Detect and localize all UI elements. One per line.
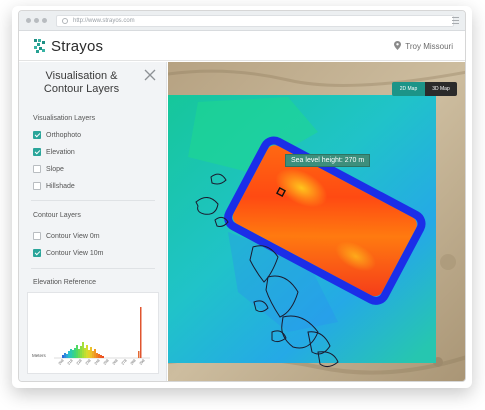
- window-dot-icon: [26, 18, 31, 23]
- map-pin-icon: [394, 41, 402, 50]
- layer-hillshade[interactable]: Hillshade: [33, 182, 75, 190]
- layer-orthophoto[interactable]: Orthophoto: [33, 131, 81, 139]
- contour-label: Contour View 10m: [46, 249, 104, 257]
- histogram-ylabel: Meters: [32, 353, 47, 358]
- contour-10m[interactable]: Contour View 10m: [33, 249, 103, 257]
- tick-label: 278: [121, 358, 128, 365]
- app-header: Strayos Troy Missouri: [19, 31, 465, 61]
- panel-title: Visualisation & Contour Layers: [19, 70, 144, 96]
- checkbox-contour-10m[interactable]: [33, 249, 41, 257]
- layers-panel: Visualisation & Contour Layers Visualisa…: [19, 62, 167, 381]
- histogram-ticks: 208 218 228 238 248 258 268 278 288 298: [58, 358, 146, 365]
- tick-label: 238: [85, 358, 92, 365]
- contour-label: Contour View 0m: [46, 232, 100, 240]
- panel-title-line1: Visualisation &: [45, 70, 118, 82]
- contour-0m[interactable]: Contour View 0m: [33, 232, 100, 240]
- tick-label: 248: [94, 358, 101, 365]
- map-2d-toggle[interactable]: 2D Map: [392, 82, 425, 96]
- layer-elevation[interactable]: Elevation: [33, 148, 75, 156]
- tick-label: 208: [58, 358, 65, 365]
- elevation-reference-heading: Elevation Reference: [33, 279, 97, 286]
- window-dot-icon: [42, 18, 47, 23]
- tick-label: 288: [130, 358, 137, 365]
- divider: [31, 200, 155, 201]
- histogram-bars: [62, 307, 142, 358]
- tick-label: 228: [76, 358, 83, 365]
- layer-label: Slope: [46, 165, 64, 173]
- tick-label: 268: [112, 358, 119, 365]
- elevation-tooltip: Sea level height: 270 m: [285, 154, 371, 167]
- layer-slope[interactable]: Slope: [33, 165, 64, 173]
- checkbox-orthophoto[interactable]: [33, 131, 41, 139]
- histogram-chart: Meters 208 218 228 238 248 258 268 278 2…: [32, 307, 150, 366]
- brand-name: Strayos: [51, 38, 104, 55]
- layer-label: Hillshade: [46, 182, 75, 190]
- checkbox-slope[interactable]: [33, 165, 41, 173]
- browser-chrome: http://www.strayos.com: [19, 11, 465, 31]
- layer-label: Elevation: [46, 148, 75, 156]
- tick-label: 218: [67, 358, 74, 365]
- location-label: Troy Missouri: [405, 42, 453, 51]
- address-bar[interactable]: http://www.strayos.com: [56, 15, 454, 27]
- close-icon[interactable]: [143, 68, 157, 82]
- elevation-map[interactable]: [168, 62, 466, 382]
- map-viewport[interactable]: 2D Map 3D Map: [168, 62, 466, 382]
- layer-label: Orthophoto: [46, 131, 82, 139]
- visualisation-layers-heading: Visualisation Layers: [33, 115, 96, 122]
- tick-label: 298: [139, 358, 146, 365]
- checkbox-hillshade[interactable]: [33, 182, 41, 190]
- window-dot-icon: [34, 18, 39, 23]
- divider: [31, 268, 155, 269]
- checkbox-elevation[interactable]: [33, 148, 41, 156]
- checkbox-contour-0m[interactable]: [33, 232, 41, 240]
- tick-label: 258: [103, 358, 110, 365]
- strayos-logo-icon: [34, 39, 45, 53]
- hamburger-menu-icon[interactable]: [452, 17, 459, 25]
- contour-layers-heading: Contour Layers: [33, 212, 81, 219]
- location-selector[interactable]: Troy Missouri: [394, 41, 453, 51]
- map-3d-toggle[interactable]: 3D Map: [425, 82, 457, 96]
- globe-icon: [62, 18, 68, 24]
- browser-window: http://www.strayos.com Strayos Troy Miss…: [18, 10, 466, 382]
- panel-title-line2: Contour Layers: [43, 83, 120, 95]
- elevation-histogram: Meters 208 218 228 238 248 258 268 278 2…: [27, 292, 159, 374]
- address-url: http://www.strayos.com: [73, 18, 135, 24]
